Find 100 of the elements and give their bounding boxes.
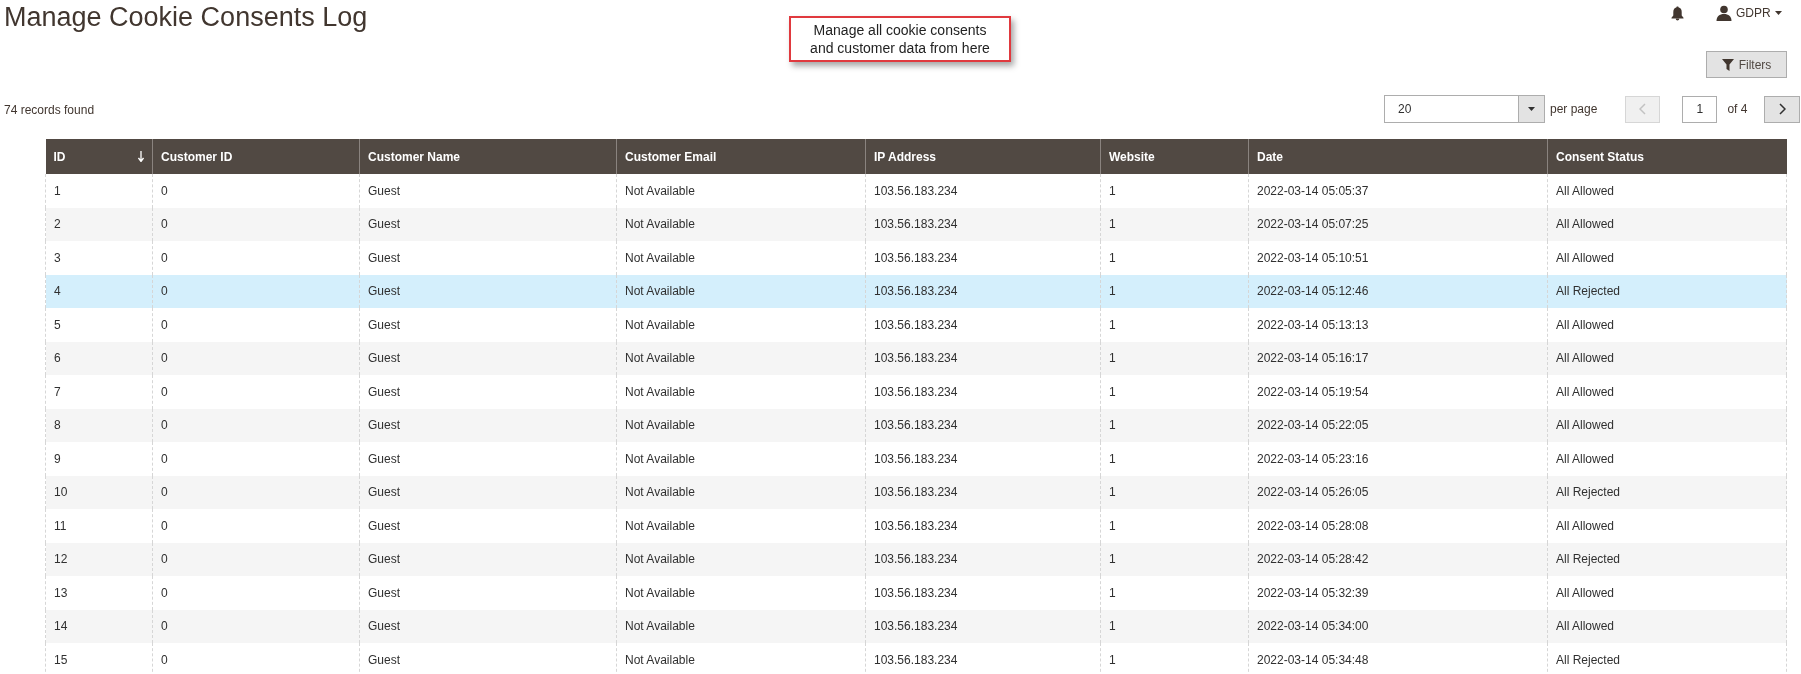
table-cell: 2022-03-14 05:28:08 (1248, 509, 1548, 543)
table-cell: All Allowed (1547, 308, 1787, 342)
table-cell: Not Available (616, 509, 866, 543)
table-cell: 2022-03-14 05:32:39 (1248, 576, 1548, 610)
table-cell: 0 (152, 308, 360, 342)
caret-icon (1528, 107, 1535, 111)
table-row[interactable]: 6 0 Guest Not Available 103.56.183.234 1 2022-03-14 05:16:17 All Allowed (45, 341, 1787, 375)
table-cell: Not Available (616, 241, 866, 275)
table-cell: 1 (1100, 308, 1249, 342)
column-header[interactable]: Customer Email (616, 139, 866, 174)
table-cell: 103.56.183.234 (865, 241, 1101, 275)
table-cell: Guest (359, 509, 617, 543)
table-cell: All Rejected (1547, 643, 1787, 674)
table-cell: 9 (45, 442, 153, 476)
next-page-button[interactable] (1764, 95, 1801, 123)
table-cell: All Allowed (1547, 375, 1787, 409)
table-cell: 2022-03-14 05:13:13 (1248, 308, 1548, 342)
table-cell: 5 (45, 308, 153, 342)
filters-button[interactable]: Filters (1706, 51, 1787, 78)
table-cell: 103.56.183.234 (865, 576, 1101, 610)
table-cell: 1 (45, 174, 153, 208)
notification-bell-icon[interactable] (1671, 6, 1684, 21)
table-cell: 2022-03-14 05:19:54 (1248, 375, 1548, 409)
table-cell: All Allowed (1547, 576, 1787, 610)
table-cell: All Allowed (1547, 174, 1787, 208)
table-row[interactable]: 8 0 Guest Not Available 103.56.183.234 1 2022-03-14 05:22:05 All Allowed (45, 408, 1787, 442)
table-cell: Not Available (616, 375, 866, 409)
table-cell: 1 (1100, 442, 1249, 476)
table-cell: Not Available (616, 308, 866, 342)
table-row[interactable]: 11 0 Guest Not Available 103.56.183.234 1 2022-03-14 05:28:08 All Allowed (45, 509, 1787, 543)
table-row[interactable]: 2 0 Guest Not Available 103.56.183.234 1 2022-03-14 05:07:25 All Allowed (45, 207, 1787, 241)
table-row[interactable]: 15 0 Guest Not Available 103.56.183.234 1 2022-03-14 05:34:48 All Rejected (45, 643, 1787, 674)
table-cell: 15 (45, 643, 153, 674)
page-title: Manage Cookie Consents Log (4, 1, 368, 33)
table-row[interactable]: 9 0 Guest Not Available 103.56.183.234 1 2022-03-14 05:23:16 All Allowed (45, 442, 1787, 476)
table-cell: Not Available (616, 442, 866, 476)
table-cell: 2022-03-14 05:34:48 (1248, 643, 1548, 674)
page-count-label: of 4 (1727, 101, 1748, 118)
table-cell: 0 (152, 643, 360, 674)
records-count: 74 records found (4, 102, 95, 119)
table-cell: Guest (359, 442, 617, 476)
table-row[interactable]: 10 0 Guest Not Available 103.56.183.234 1 2022-03-14 05:26:05 All Rejected (45, 475, 1787, 509)
table-cell: Guest (359, 241, 617, 275)
per-page-select[interactable]: 20 (1384, 95, 1545, 123)
column-header[interactable]: Website (1100, 139, 1249, 174)
table-cell: 1 (1100, 576, 1249, 610)
table-cell: 103.56.183.234 (865, 308, 1101, 342)
table-cell: 13 (45, 576, 153, 610)
table-row[interactable]: 12 0 Guest Not Available 103.56.183.234 1 2022-03-14 05:28:42 All Rejected (45, 542, 1787, 576)
table-cell: 0 (152, 375, 360, 409)
sort-arrow-icon (138, 151, 144, 162)
table-cell: Guest (359, 174, 617, 208)
table-cell: 1 (1100, 643, 1249, 674)
column-header[interactable]: Customer Name (359, 139, 617, 174)
column-header[interactable]: IP Address (865, 139, 1101, 174)
user-silhouette-icon (1716, 5, 1732, 21)
table-cell: 103.56.183.234 (865, 442, 1101, 476)
table-cell: 103.56.183.234 (865, 643, 1101, 674)
table-cell: 0 (152, 174, 360, 208)
chevron-left-icon (1639, 103, 1647, 115)
table-row[interactable]: 1 0 Guest Not Available 103.56.183.234 1 2022-03-14 05:05:37 All Allowed (45, 174, 1787, 208)
page-number-field[interactable]: 1 (1682, 95, 1718, 123)
table-cell: 1 (1100, 509, 1249, 543)
table-cell: 2022-03-14 05:05:37 (1248, 174, 1548, 208)
table-row[interactable]: 14 0 Guest Not Available 103.56.183.234 1 2022-03-14 05:34:00 All Allowed (45, 609, 1787, 643)
caret-icon (1774, 11, 1782, 15)
table-row[interactable]: 7 0 Guest Not Available 103.56.183.234 1 2022-03-14 05:19:54 All Allowed (45, 375, 1787, 409)
table-cell: 1 (1100, 174, 1249, 208)
table-cell: 2022-03-14 05:10:51 (1248, 241, 1548, 275)
table-cell: 0 (152, 241, 360, 275)
table-cell: Not Available (616, 576, 866, 610)
table-cell: 1 (1100, 241, 1249, 275)
table-cell: 1 (1100, 375, 1249, 409)
table-cell: All Allowed (1547, 241, 1787, 275)
table-row[interactable]: 5 0 Guest Not Available 103.56.183.234 1 2022-03-14 05:13:13 All Allowed (45, 308, 1787, 342)
column-header[interactable]: Consent Status (1547, 139, 1787, 174)
column-header[interactable]: Customer ID (152, 139, 360, 174)
table-cell: Not Available (616, 643, 866, 674)
per-page-label: per page (1550, 101, 1598, 118)
table-cell: 11 (45, 509, 153, 543)
table-cell: 103.56.183.234 (865, 509, 1101, 543)
table-cell: All Allowed (1547, 509, 1787, 543)
table-cell: 103.56.183.234 (865, 375, 1101, 409)
table-row[interactable]: 3 0 Guest Not Available 103.56.183.234 1 2022-03-14 05:10:51 All Allowed (45, 241, 1787, 275)
table-cell: 7 (45, 375, 153, 409)
table-cell: Guest (359, 308, 617, 342)
table-cell: All Allowed (1547, 442, 1787, 476)
column-header[interactable]: ID (45, 139, 153, 174)
table-row[interactable]: 4 0 Guest Not Available 103.56.183.234 1 2022-03-14 05:12:46 All Rejected (45, 274, 1787, 308)
table-row[interactable]: 13 0 Guest Not Available 103.56.183.234 1 2022-03-14 05:32:39 All Allowed (45, 576, 1787, 610)
table-cell: Guest (359, 643, 617, 674)
table-cell: 2022-03-14 05:23:16 (1248, 442, 1548, 476)
table-cell: 103.56.183.234 (865, 174, 1101, 208)
chevron-right-icon (1778, 103, 1786, 115)
user-menu-button[interactable]: GDPR (1736, 4, 1782, 22)
table-cell: Not Available (616, 174, 866, 208)
table-cell: 0 (152, 442, 360, 476)
column-header[interactable]: Date (1248, 139, 1548, 174)
table-cell: 0 (152, 576, 360, 610)
callout-note: Manage all cookie consents and customer data from here (789, 16, 1011, 62)
